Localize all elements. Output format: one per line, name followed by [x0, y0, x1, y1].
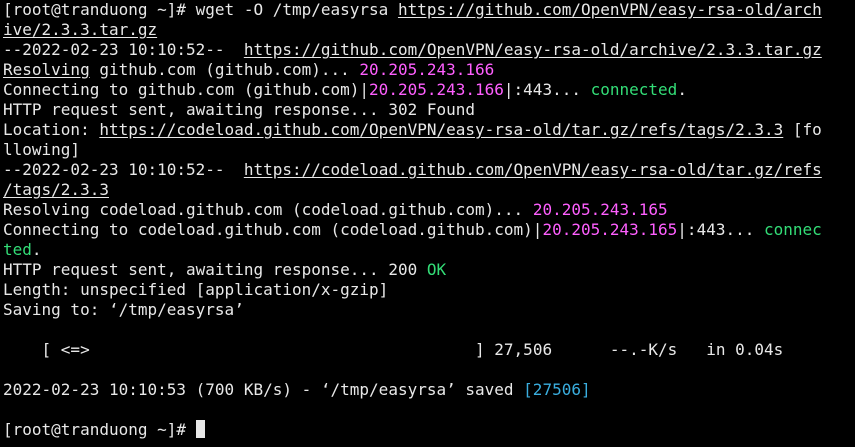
resolving-label: Resolving	[3, 60, 90, 79]
command-text: wget -O /tmp/easyrsa	[195, 0, 398, 19]
connecting-text: Connecting to github.com (github.com)|	[3, 80, 370, 99]
terminal-line: Connecting to codeload.github.com (codel…	[3, 220, 855, 240]
connection-status: connected	[590, 80, 678, 99]
terminal-line: llowing]	[3, 140, 855, 160]
ip-address: 20.205.243.165	[542, 220, 678, 239]
terminal-line: Saving to: ‘/tmp/easyrsa’	[3, 300, 855, 320]
terminal-line: --2022-02-23 10:10:52-- https://codeload…	[3, 160, 855, 180]
connection-status: connec	[764, 220, 822, 239]
terminal-line: Location: https://codeload.github.com/Op…	[3, 120, 855, 140]
progress-padding	[90, 340, 475, 359]
resolving-text: github.com (github.com)...	[89, 60, 360, 79]
request-url-continued[interactable]: /tags/2.3.3	[3, 180, 109, 199]
shell-prompt: [root@tranduong ~]#	[3, 420, 196, 439]
terminal-line: 2022-02-23 10:10:53 (700 KB/s) - ‘/tmp/e…	[3, 380, 855, 400]
http-response: HTTP request sent, awaiting response... …	[3, 260, 427, 279]
terminal-line: --2022-02-23 10:10:52-- https://github.c…	[3, 40, 855, 60]
ip-address: 20.205.243.166	[359, 60, 495, 79]
line-end: .	[31, 240, 42, 259]
saving-info: Saving to: ‘/tmp/easyrsa’	[3, 300, 244, 319]
http-response: HTTP request sent, awaiting response... …	[3, 100, 476, 119]
ip-address: 20.205.243.166	[369, 80, 504, 99]
progress-indicator: [ <=>	[3, 340, 90, 359]
line-end: .	[677, 80, 687, 99]
terminal-line: Connecting to github.com (github.com)|20…	[3, 80, 855, 100]
terminal-line: Length: unspecified [application/x-gzip]	[3, 280, 855, 300]
terminal-line: ted.	[3, 240, 855, 260]
text-cursor[interactable]	[195, 420, 205, 438]
resolving-text: Resolving codeload.github.com (codeload.…	[3, 200, 533, 219]
timestamp: --2022-02-23 10:10:52--	[3, 40, 244, 59]
download-url-continued[interactable]: ive/2.3.3.tar.gz	[3, 20, 157, 39]
location-label: Location:	[3, 120, 100, 139]
following-text-continued: llowing]	[3, 140, 81, 159]
connection-status-continued: ted	[3, 240, 32, 259]
saved-bytes: [27506]	[523, 380, 591, 399]
timestamp: --2022-02-23 10:10:52--	[3, 160, 244, 179]
request-url[interactable]: https://codeload.github.com/OpenVPN/easy…	[244, 160, 822, 179]
saved-summary: 2022-02-23 10:10:53 (700 KB/s) - ‘/tmp/e…	[3, 380, 524, 399]
progress-line: [ <=> ] 27,506 --.-K/s in 0.04s	[3, 340, 855, 360]
port-text: |:443...	[677, 220, 764, 239]
download-url[interactable]: https://github.com/OpenVPN/easy-rsa-old/…	[398, 0, 822, 19]
http-status-ok: OK	[426, 260, 447, 279]
redirect-url[interactable]: https://codeload.github.com/OpenVPN/easy…	[99, 120, 783, 139]
terminal-line: ive/2.3.3.tar.gz	[3, 20, 855, 40]
terminal-window[interactable]: [root@tranduong ~]# wget -O /tmp/easyrsa…	[0, 0, 855, 447]
shell-prompt: [root@tranduong ~]#	[3, 0, 196, 19]
terminal-line: HTTP request sent, awaiting response... …	[3, 100, 855, 120]
terminal-line: [root@tranduong ~]#	[3, 420, 855, 440]
port-text: |:443...	[503, 80, 591, 99]
terminal-line: [root@tranduong ~]# wget -O /tmp/easyrsa…	[3, 0, 855, 20]
connecting-text: Connecting to codeload.github.com (codel…	[3, 220, 543, 239]
request-url[interactable]: https://github.com/OpenVPN/easy-rsa-old/…	[244, 40, 822, 59]
progress-stats: ] 27,506 --.-K/s in 0.04s	[475, 340, 784, 359]
terminal-line: HTTP request sent, awaiting response... …	[3, 260, 855, 280]
following-text: [fo	[783, 120, 822, 139]
ip-address: 20.205.243.165	[532, 200, 668, 219]
terminal-line: Resolving github.com (github.com)... 20.…	[3, 60, 855, 80]
length-info: Length: unspecified [application/x-gzip]	[3, 280, 389, 299]
terminal-line: Resolving codeload.github.com (codeload.…	[3, 200, 855, 220]
terminal-line: /tags/2.3.3	[3, 180, 855, 200]
